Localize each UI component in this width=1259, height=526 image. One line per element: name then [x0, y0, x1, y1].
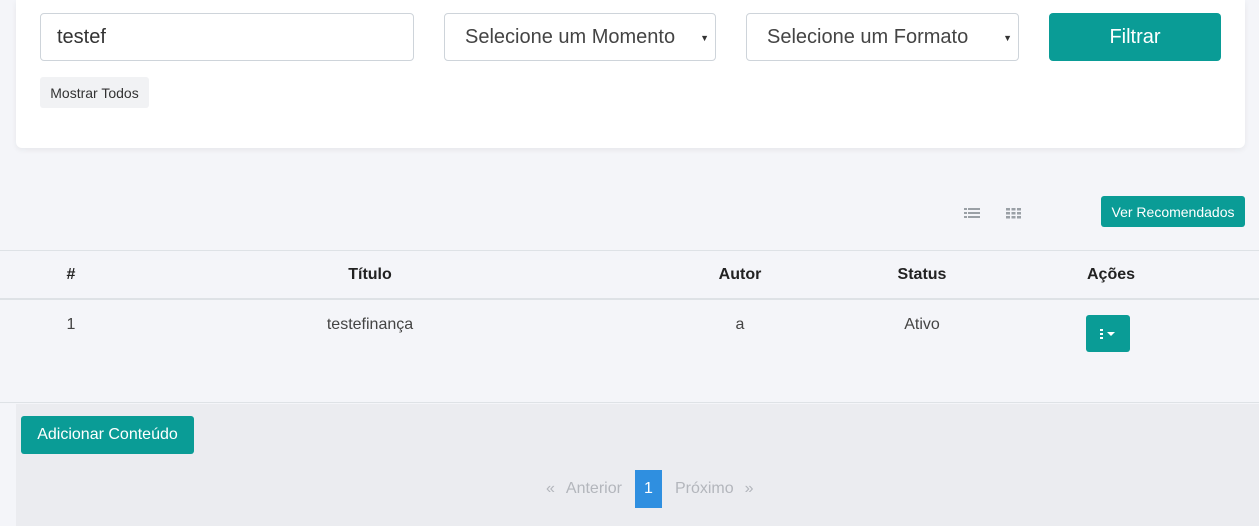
adicionar-conteudo-button[interactable]: Adicionar Conteúdo	[21, 416, 194, 454]
search-input[interactable]	[40, 13, 414, 61]
pagination: « Anterior 1 Próximo »	[543, 470, 757, 508]
caret-down-icon: ▼	[700, 33, 709, 43]
row-autor: a	[735, 316, 745, 333]
list-view-icon[interactable]	[963, 205, 981, 221]
next-page-link[interactable]: Próximo	[675, 480, 734, 498]
table-header: # Título Autor Status Ações	[0, 250, 1259, 300]
current-page[interactable]: 1	[634, 470, 662, 508]
first-page-link[interactable]: «	[546, 480, 555, 498]
caret-down-icon: ▼	[1003, 33, 1012, 43]
column-header-titulo[interactable]: Título	[170, 251, 570, 299]
row-status: Ativo	[904, 316, 940, 333]
previous-page-link[interactable]: Anterior	[566, 480, 622, 498]
actions-menu-icon	[1100, 328, 1115, 339]
column-header-status[interactable]: Status	[822, 251, 1022, 299]
filter-panel: Selecione um Momento ▼ Selecione um Form…	[16, 0, 1245, 148]
column-header-number: #	[66, 266, 76, 283]
ver-recomendados-button[interactable]: Ver Recomendados	[1101, 196, 1245, 227]
filtrar-button[interactable]: Filtrar	[1049, 13, 1221, 61]
actions-dropdown-button[interactable]	[1086, 315, 1130, 352]
momento-select[interactable]: Selecione um Momento ▼	[444, 13, 716, 61]
table-row: 1 testefinança a Ativo	[0, 301, 1259, 403]
table-footer: Adicionar Conteúdo « Anterior 1 Próximo …	[16, 404, 1259, 526]
column-header-autor[interactable]: Autor	[640, 251, 840, 299]
momento-select-label: Selecione um Momento	[465, 25, 676, 48]
row-titulo: testefinança	[326, 316, 414, 333]
last-page-link[interactable]: »	[745, 480, 754, 498]
mostrar-todos-button[interactable]: Mostrar Todos	[40, 77, 149, 108]
grid-view-icon[interactable]	[1005, 205, 1023, 221]
formato-select-label: Selecione um Formato	[767, 25, 969, 48]
row-number: 1	[66, 316, 76, 333]
formato-select[interactable]: Selecione um Formato ▼	[746, 13, 1019, 61]
column-header-acoes: Ações	[1086, 266, 1136, 283]
